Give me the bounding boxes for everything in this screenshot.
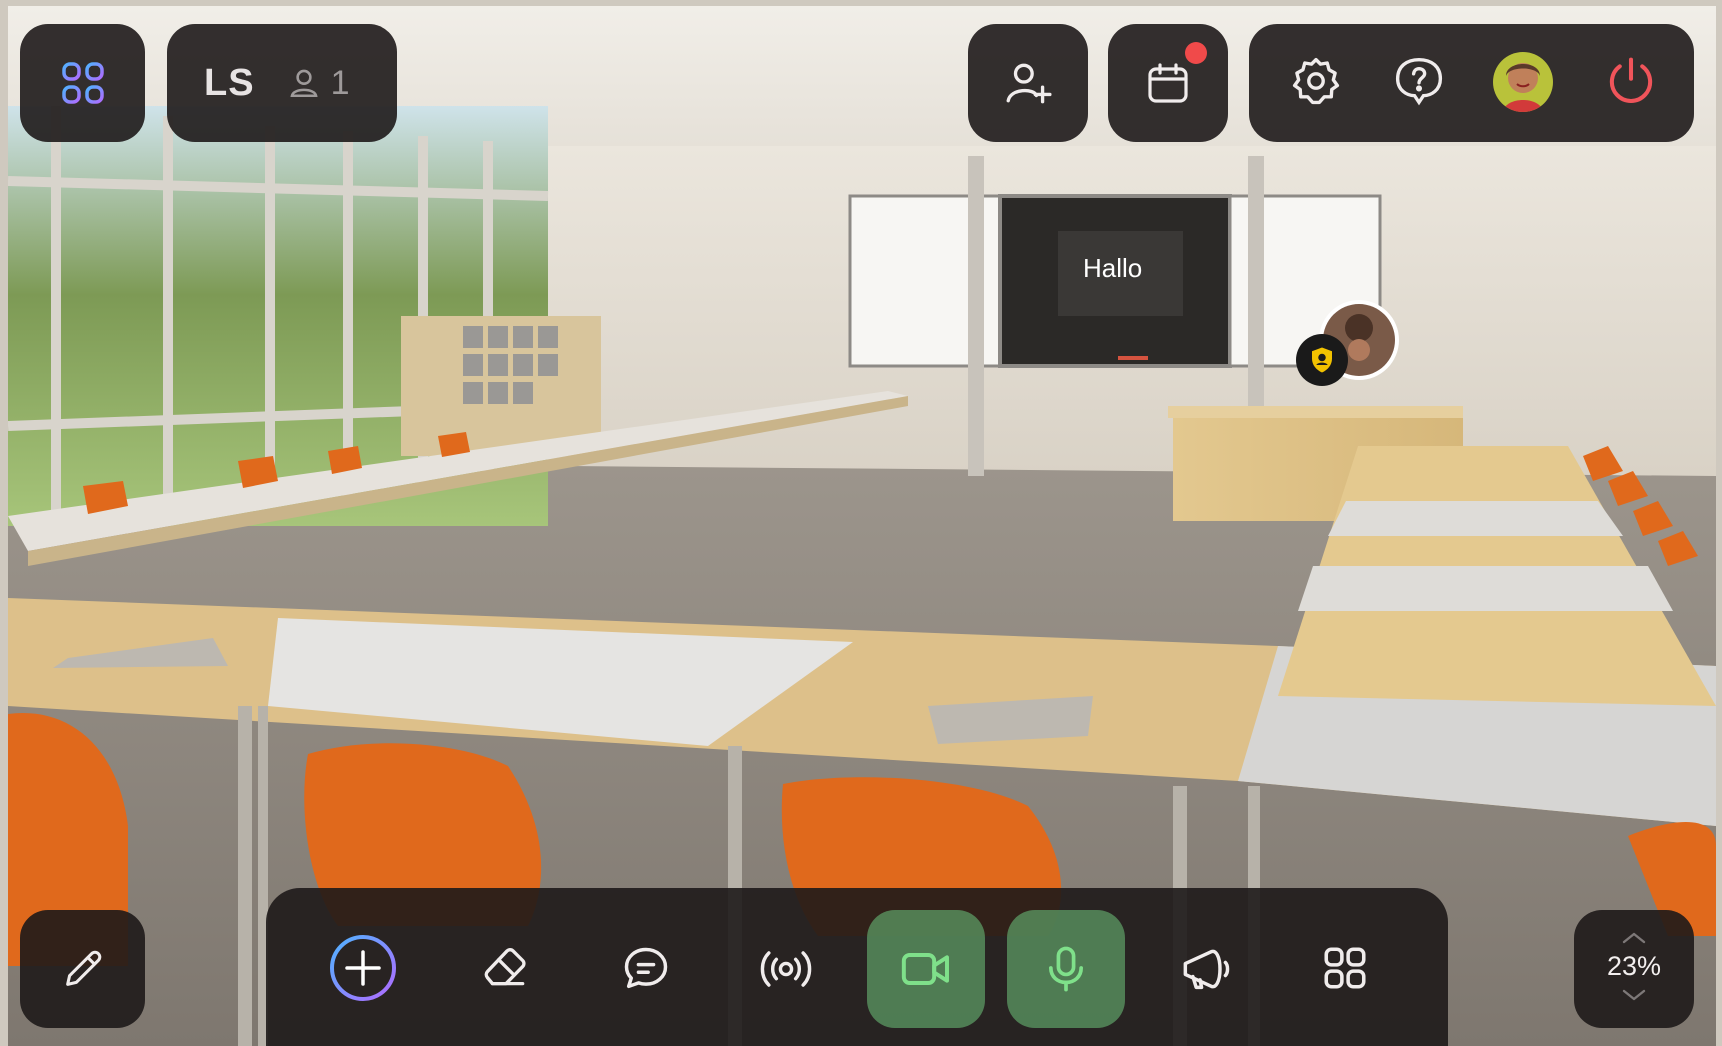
announce-button[interactable] (1178, 943, 1236, 995)
megaphone-icon (1178, 943, 1236, 995)
moderator-badge-icon (1296, 334, 1348, 386)
apps-grid-icon (61, 61, 105, 105)
user-icon (287, 66, 321, 100)
add-button[interactable] (328, 933, 398, 1003)
user-plus-icon (1003, 58, 1053, 108)
chat-button[interactable] (620, 943, 672, 995)
eraser-button[interactable] (481, 943, 531, 993)
broadcast-button[interactable] (756, 943, 816, 995)
account-controls (1249, 24, 1694, 142)
chat-icon (620, 943, 672, 995)
logout-button[interactable] (1604, 54, 1658, 108)
help-button[interactable] (1392, 54, 1446, 108)
board-text: Hallo (1083, 253, 1143, 283)
gear-icon (1289, 54, 1343, 108)
microphone-icon (1040, 943, 1092, 995)
pencil-icon (60, 946, 106, 992)
chevron-down-icon (1620, 988, 1648, 1002)
chevron-up-icon (1620, 931, 1648, 945)
room-info[interactable]: LS 1 (167, 24, 397, 142)
video-camera-icon (898, 941, 954, 997)
broadcast-icon (756, 943, 816, 995)
zoom-in-button[interactable] (1620, 931, 1648, 945)
camera-toggle[interactable] (867, 910, 985, 1028)
calendar-icon (1144, 59, 1192, 107)
notification-badge (1185, 42, 1207, 64)
app-menu-button[interactable] (20, 24, 145, 142)
help-icon (1392, 54, 1446, 108)
room-code: LS (204, 61, 255, 104)
microphone-toggle[interactable] (1007, 910, 1125, 1028)
participant-count: 1 (330, 63, 350, 102)
user-avatar[interactable] (1493, 52, 1553, 112)
zoom-level: 23% (1606, 950, 1662, 981)
edit-button[interactable] (20, 910, 145, 1028)
zoom-control[interactable]: 23% (1574, 910, 1694, 1028)
eraser-icon (481, 943, 531, 993)
settings-button[interactable] (1289, 54, 1343, 108)
grid-icon (1320, 943, 1370, 993)
zoom-out-button[interactable] (1620, 988, 1648, 1002)
plus-circle-icon (328, 933, 398, 1003)
power-icon (1604, 54, 1658, 108)
calendar-button[interactable] (1108, 24, 1228, 142)
more-apps-button[interactable] (1320, 943, 1370, 993)
main-toolbar (266, 888, 1448, 1046)
invite-button[interactable] (968, 24, 1088, 142)
